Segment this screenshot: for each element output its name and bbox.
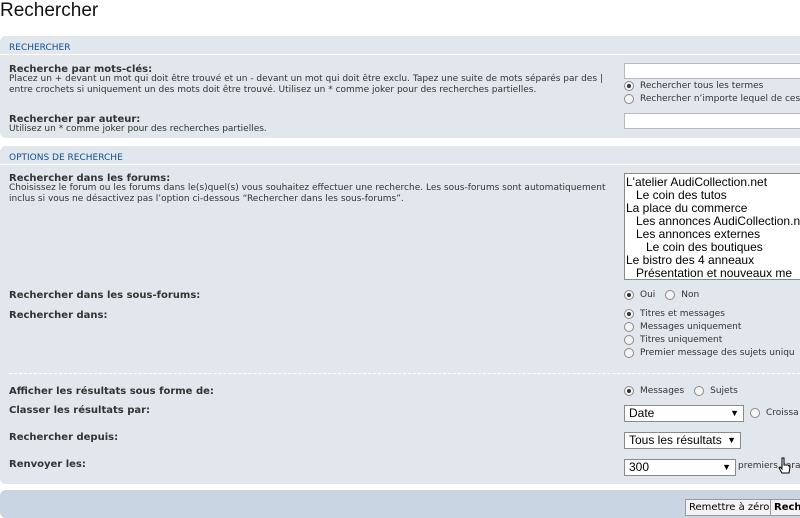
radio-icon[interactable] [624, 335, 634, 345]
dropdown-arrow-icon: ▼ [730, 408, 739, 418]
sort-by-select[interactable]: Date ▼ [624, 405, 744, 422]
radio-label: Croissa [766, 408, 799, 418]
radio-label: Messages [640, 386, 685, 396]
select-value: Tous les résultats [629, 433, 722, 447]
radio-posts-only[interactable]: Messages uniquement [624, 322, 741, 332]
radio-all-terms[interactable]: Rechercher tous les termes [624, 81, 763, 91]
radio-label: Oui [640, 290, 656, 300]
page-title: Rechercher [0, 0, 99, 21]
section-divider [0, 54, 800, 55]
select-value: Date [629, 406, 655, 420]
search-panel: Rechercher Recherche par mots-clés: Plac… [0, 36, 800, 138]
section-header-options: Options de recherche [9, 153, 123, 163]
since-select[interactable]: Tous les résultats ▼ [624, 432, 741, 449]
radio-label: Rechercher tous les termes [640, 81, 764, 91]
return-label: Renvoyer les: [9, 459, 86, 470]
radio-label: Non [681, 290, 700, 300]
radio-any-term[interactable]: Rechercher n’importe lequel de ces [624, 94, 800, 104]
subforums-label: Rechercher dans les sous-forums: [9, 290, 201, 301]
radio-display-posts[interactable] [624, 386, 634, 396]
radio-titles-only[interactable]: Titres uniquement [624, 335, 722, 345]
keywords-description: Placez un + devant un mot qui doit être … [9, 74, 603, 95]
radio-label: Titres et messages [640, 309, 725, 319]
radio-titles-and-posts[interactable]: Titres et messages [624, 309, 725, 319]
footer-panel [0, 490, 800, 518]
forums-description: Choisissez le forum ou les forums dans l… [9, 183, 606, 204]
display-as-label: Afficher les résultats sous forme de: [9, 386, 214, 397]
section-header-search: Rechercher [9, 43, 71, 53]
display-as-radios: Messages Sujets [624, 386, 738, 396]
radio-icon[interactable] [624, 348, 634, 358]
radio-label: Messages uniquement [640, 322, 742, 332]
radio-label: Rechercher n’importe lequel de ces [640, 94, 800, 104]
radio-subforums-yes[interactable] [624, 290, 634, 300]
radio-first-post[interactable]: Premier message des sujets uniqu [624, 348, 795, 358]
radio-subforums-no[interactable] [665, 290, 676, 300]
radio-icon[interactable] [624, 94, 634, 104]
subforums-radios: Oui Non [624, 290, 699, 300]
section-divider [0, 164, 800, 165]
options-separator [9, 373, 800, 374]
select-value: 300 [629, 460, 650, 474]
radio-ascending[interactable]: Croissa [750, 408, 799, 418]
radio-label: Premier message des sujets uniqu [640, 348, 795, 358]
radio-icon[interactable] [624, 309, 634, 319]
return-select[interactable]: 300 ▼ [624, 459, 736, 476]
since-label: Rechercher depuis: [9, 432, 119, 443]
radio-icon[interactable] [624, 81, 634, 91]
keywords-input[interactable] [624, 63, 800, 79]
radio-label: Titres uniquement [640, 335, 723, 345]
radio-icon[interactable] [750, 408, 760, 418]
submit-button[interactable]: Rech [770, 499, 800, 516]
radio-icon[interactable] [624, 322, 634, 332]
dropdown-arrow-icon: ▼ [727, 435, 736, 445]
radio-display-topics[interactable] [694, 386, 705, 396]
forums-listbox[interactable]: L'atelier AudiCollection.net Le coin des… [624, 173, 800, 280]
sort-by-label: Classer les résultats par: [9, 405, 151, 416]
search-in-label: Rechercher dans: [9, 310, 108, 321]
forum-option[interactable]: Présentation et nouveaux me [625, 267, 800, 280]
author-description: Utilisez un * comme joker pour des reche… [9, 124, 267, 134]
author-input[interactable] [624, 113, 800, 129]
dropdown-arrow-icon: ▼ [722, 462, 731, 472]
radio-label: Sujets [710, 386, 738, 396]
mouse-cursor-icon [778, 457, 791, 474]
reset-button[interactable]: Remettre à zéro [685, 499, 774, 516]
